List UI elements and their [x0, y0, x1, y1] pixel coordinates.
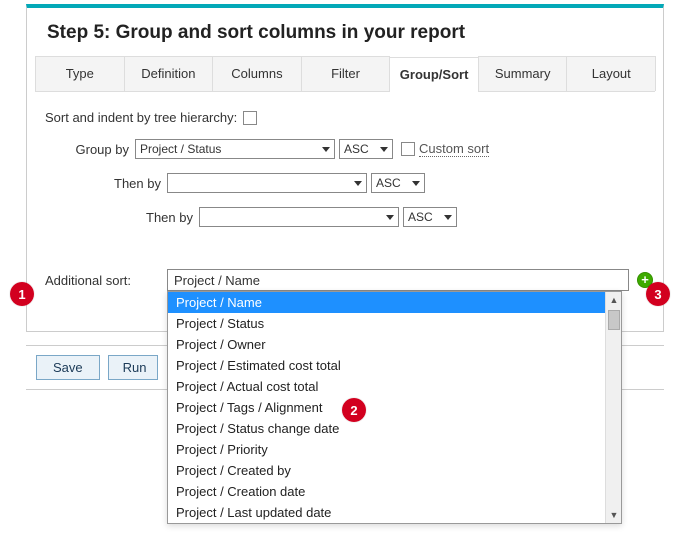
dropdown-option[interactable]: Project / Estimated cost total — [168, 355, 621, 376]
dropdown-option[interactable]: Project / Owner — [168, 334, 621, 355]
run-button[interactable]: Run — [108, 355, 158, 380]
tab-filter[interactable]: Filter — [301, 56, 391, 91]
then-by-1-order-select[interactable]: ASC — [371, 173, 425, 193]
scroll-up-icon[interactable]: ▲ — [606, 292, 622, 308]
dropdown-option[interactable]: Project / Priority — [168, 439, 621, 460]
tab-columns[interactable]: Columns — [212, 56, 302, 91]
then-by-2-order-select[interactable]: ASC — [403, 207, 457, 227]
chevron-down-icon — [322, 147, 330, 152]
dropdown-option[interactable]: Project / Created by — [168, 460, 621, 481]
dropdown-option[interactable]: Project / Name — [168, 292, 621, 313]
chevron-down-icon — [386, 215, 394, 220]
dropdown-option[interactable]: Project / Status change date — [168, 418, 621, 439]
dropdown-scrollbar[interactable]: ▲ ▼ — [605, 292, 621, 523]
save-button[interactable]: Save — [36, 355, 100, 380]
then-by-2-row: Then by ASC — [139, 207, 653, 227]
callout-marker-3: 3 — [646, 282, 670, 306]
additional-sort-dropdown: Project / NameProject / StatusProject / … — [167, 291, 622, 524]
chevron-down-icon — [380, 147, 388, 152]
dropdown-option[interactable]: Project / Actual cost total — [168, 376, 621, 397]
then-by-1-label: Then by — [107, 176, 167, 191]
additional-sort-row: Additional sort: Project / Name Project … — [37, 269, 653, 291]
chevron-down-icon — [354, 181, 362, 186]
dropdown-option[interactable]: Project / Tags / Alignment — [168, 397, 621, 418]
tree-hierarchy-checkbox[interactable] — [243, 111, 257, 125]
then-by-1-field-select[interactable] — [167, 173, 367, 193]
additional-sort-select[interactable]: Project / Name — [167, 269, 629, 291]
then-by-2-label: Then by — [139, 210, 199, 225]
group-by-order-select[interactable]: ASC — [339, 139, 393, 159]
tree-hierarchy-label: Sort and indent by tree hierarchy: — [37, 110, 243, 125]
group-by-label: Group by — [75, 142, 135, 157]
group-by-field-select[interactable]: Project / Status — [135, 139, 335, 159]
dropdown-option[interactable]: Project / Creation date — [168, 481, 621, 502]
page-title: Step 5: Group and sort columns in your r… — [27, 8, 663, 56]
callout-marker-1: 1 — [10, 282, 34, 306]
custom-sort-checkbox[interactable] — [401, 142, 415, 156]
callout-marker-2: 2 — [342, 398, 366, 422]
chevron-down-icon — [444, 215, 452, 220]
then-by-1-order-value: ASC — [376, 176, 401, 190]
then-by-2-order-value: ASC — [408, 210, 433, 224]
report-wizard-panel: Step 5: Group and sort columns in your r… — [26, 4, 664, 332]
dropdown-option[interactable]: Project / Status — [168, 313, 621, 334]
tab-layout[interactable]: Layout — [566, 56, 656, 91]
then-by-2-field-select[interactable] — [199, 207, 399, 227]
custom-sort-link[interactable]: Custom sort — [419, 141, 489, 157]
chevron-down-icon — [412, 181, 420, 186]
dropdown-option[interactable]: Project / Last updated date — [168, 502, 621, 523]
tab-type[interactable]: Type — [35, 56, 125, 91]
then-by-1-row: Then by ASC — [107, 173, 653, 193]
additional-sort-value: Project / Name — [174, 273, 260, 288]
tab-definition[interactable]: Definition — [124, 56, 214, 91]
tab-summary[interactable]: Summary — [478, 56, 568, 91]
tab-group-sort[interactable]: Group/Sort — [389, 57, 479, 92]
scroll-thumb[interactable] — [608, 310, 620, 330]
tree-hierarchy-row: Sort and indent by tree hierarchy: — [37, 110, 653, 125]
tab-bar: Type Definition Columns Filter Group/Sor… — [35, 56, 655, 92]
scroll-down-icon[interactable]: ▼ — [606, 507, 622, 523]
additional-sort-label: Additional sort: — [37, 273, 167, 288]
form-area: Sort and indent by tree hierarchy: Group… — [27, 92, 663, 291]
group-by-row: Group by Project / Status ASC Custom sor… — [75, 139, 653, 159]
group-by-order-value: ASC — [344, 142, 369, 156]
group-by-field-value: Project / Status — [140, 142, 221, 156]
